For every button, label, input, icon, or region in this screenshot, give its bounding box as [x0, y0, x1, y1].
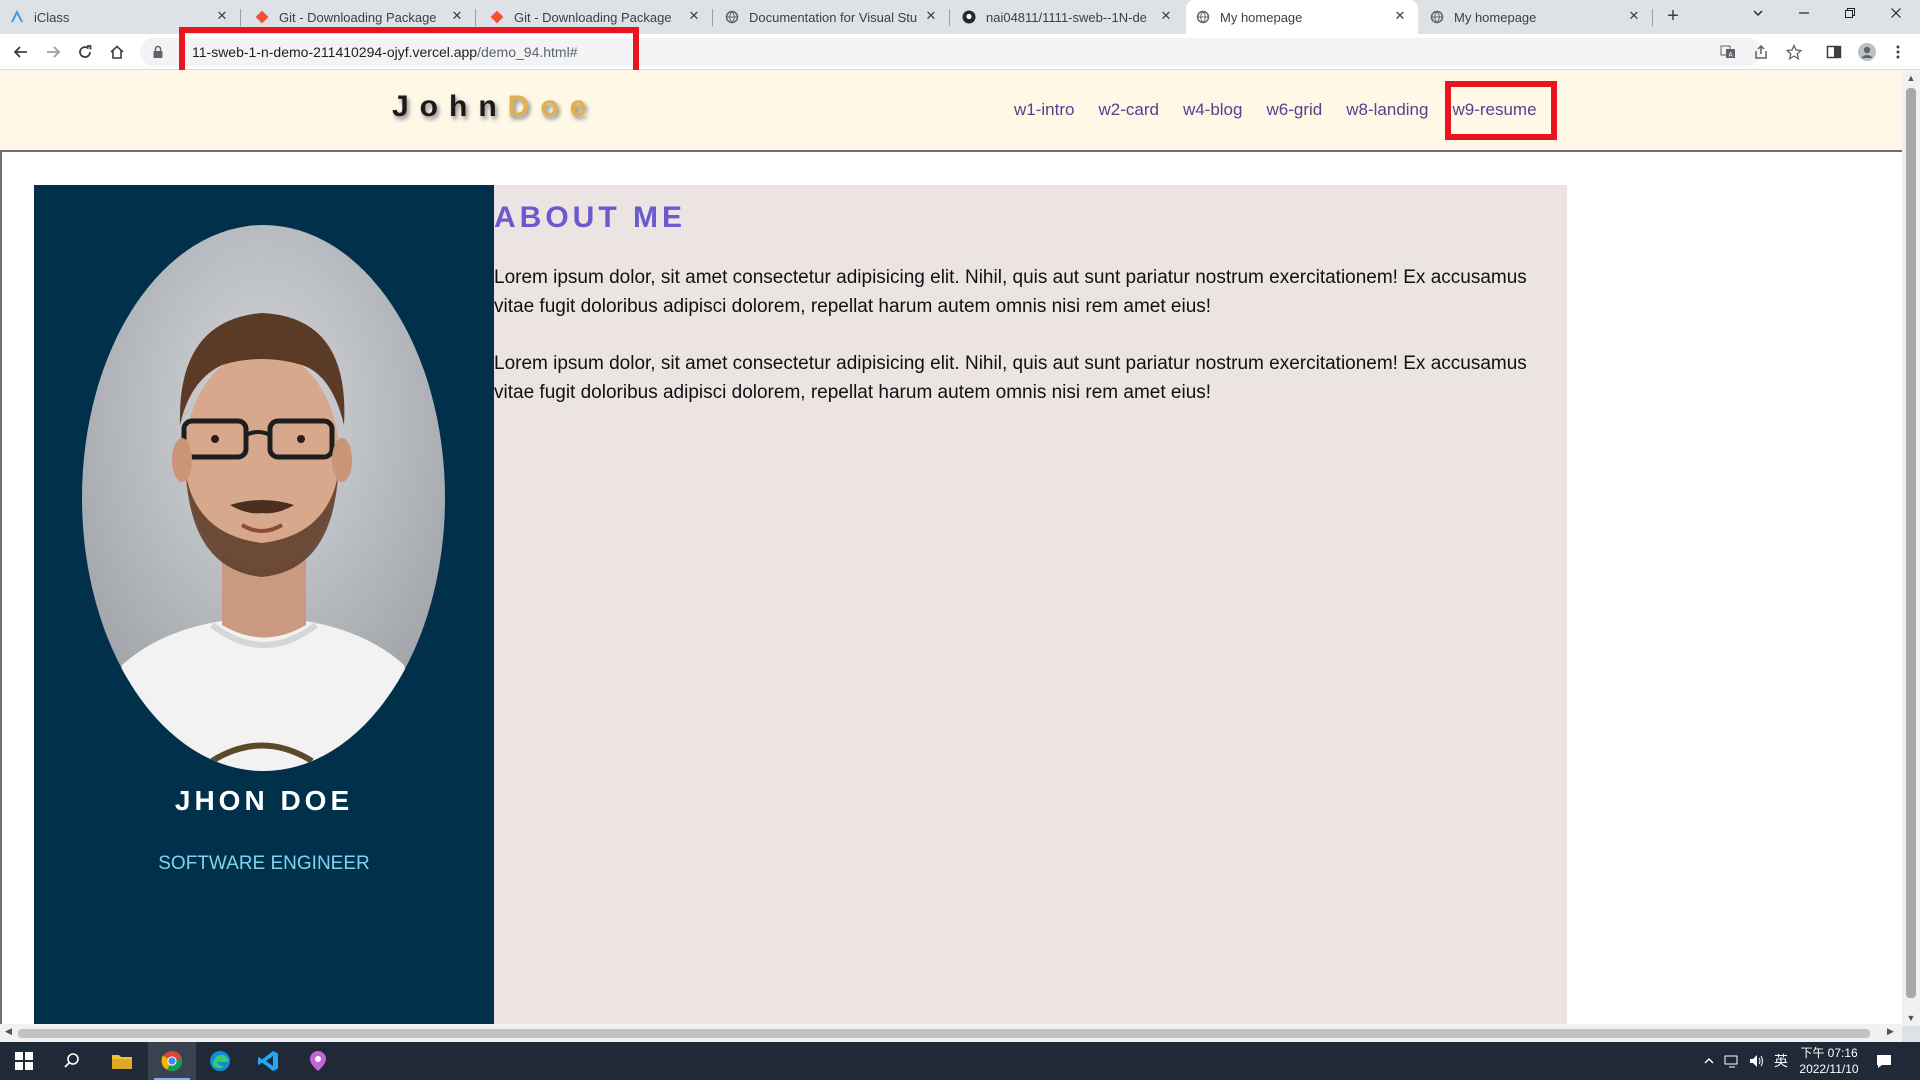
tab-separator [1652, 9, 1653, 26]
tab-separator [712, 9, 713, 26]
system-clock[interactable]: 下午 07:16 2022/11/10 [1794, 1045, 1864, 1077]
bookmark-star-icon[interactable] [1782, 40, 1806, 64]
horizontal-scroll-thumb[interactable] [18, 1029, 1870, 1038]
windows-start-icon[interactable] [0, 1042, 48, 1080]
lock-icon[interactable] [152, 45, 164, 64]
nav-link-w2-card[interactable]: w2-card [1098, 100, 1158, 120]
scroll-up-icon[interactable]: ▲ [1902, 73, 1920, 83]
tab-title: My homepage [1454, 9, 1537, 25]
close-icon[interactable]: ✕ [1158, 8, 1174, 24]
volume-icon[interactable] [1749, 1042, 1765, 1080]
tab-separator [949, 9, 950, 26]
close-icon[interactable]: ✕ [449, 8, 465, 24]
about-section: ABOUT ME Lorem ipsum dolor, sit amet con… [494, 185, 1567, 1026]
tab-search-button[interactable] [1735, 0, 1781, 30]
clock-time: 下午 07:16 [1800, 1046, 1858, 1060]
tab-title: My homepage [1220, 9, 1303, 25]
git-icon [490, 10, 504, 24]
profile-name: JHON DOE [174, 785, 354, 816]
clock-date: 2022/11/10 [1799, 1062, 1859, 1076]
tab-my-homepage[interactable]: My homepage ✕ [1420, 0, 1652, 34]
scroll-right-icon[interactable]: ▶ [1887, 1026, 1894, 1037]
tab-separator [475, 9, 476, 26]
restore-button[interactable] [1827, 0, 1873, 30]
profile-photo [82, 225, 445, 771]
page-viewport: JohnDoe w1-intro w2-card w4-blog w6-grid… [0, 70, 1902, 1026]
about-heading: ABOUT ME [494, 201, 686, 234]
tab-title: iClass [34, 9, 70, 25]
edge-icon[interactable] [196, 1042, 244, 1080]
maps-pin-icon[interactable] [294, 1042, 342, 1080]
close-icon[interactable]: ✕ [1626, 8, 1642, 24]
profile-avatar-icon[interactable] [1855, 40, 1879, 64]
nav-link-w4-blog[interactable]: w4-blog [1183, 100, 1243, 120]
github-icon [962, 10, 976, 24]
vertical-scrollbar[interactable]: ▲ ▼ [1902, 70, 1920, 1026]
tab-my-homepage-active[interactable]: My homepage ✕ [1186, 0, 1418, 34]
logo-main: John [392, 90, 508, 123]
vertical-scroll-thumb[interactable] [1906, 88, 1916, 998]
search-icon[interactable] [48, 1042, 96, 1080]
site-header: JohnDoe w1-intro w2-card w4-blog w6-grid… [0, 70, 1902, 152]
reload-button[interactable] [73, 40, 97, 64]
vscode-icon[interactable] [244, 1042, 292, 1080]
share-icon[interactable] [1749, 40, 1773, 64]
tab-github[interactable]: nai04811/1111-sweb--1N-de ✕ [952, 0, 1184, 34]
profile-role: SOFTWARE ENGINEER [158, 853, 370, 874]
logo-accent: Doe [507, 90, 598, 123]
about-paragraph-1: Lorem ipsum dolor, sit amet consectetur … [494, 267, 1527, 317]
profile-card: JHON DOE SOFTWARE ENGINEER [34, 185, 494, 1026]
windows-taskbar: 英 下午 07:16 2022/11/10 [0, 1042, 1920, 1080]
close-icon[interactable]: ✕ [214, 8, 230, 24]
nav-link-w8-landing[interactable]: w8-landing [1346, 100, 1428, 120]
globe-icon [1196, 10, 1210, 24]
new-tab-button[interactable]: + [1661, 5, 1685, 29]
nav-link-w1-intro[interactable]: w1-intro [1014, 100, 1074, 120]
site-logo[interactable]: JohnDoe [392, 90, 597, 124]
tab-vscode-docs[interactable]: Documentation for Visual Stu ✕ [715, 0, 949, 34]
ime-indicator[interactable]: 英 [1774, 1042, 1788, 1080]
scroll-left-icon[interactable]: ◀ [5, 1026, 12, 1037]
highlight-box-nav [1445, 81, 1557, 140]
minimize-button[interactable] [1781, 0, 1827, 30]
globe-icon [1430, 10, 1444, 24]
scroll-down-icon[interactable]: ▼ [1902, 1013, 1920, 1023]
tray-chevron-icon[interactable] [1703, 1042, 1715, 1080]
iclass-icon [10, 10, 24, 24]
tab-separator [240, 9, 241, 26]
about-paragraph-2: Lorem ipsum dolor, sit amet consectetur … [494, 353, 1527, 403]
tab-title: nai04811/1111-sweb--1N-de [986, 9, 1147, 25]
side-panel-icon[interactable] [1822, 40, 1846, 64]
network-icon[interactable] [1724, 1042, 1740, 1080]
horizontal-scrollbar[interactable]: ◀ ▶ [0, 1024, 1902, 1042]
nav-link-w6-grid[interactable]: w6-grid [1266, 100, 1322, 120]
back-button[interactable] [9, 40, 33, 64]
translate-icon[interactable]: A [1716, 40, 1740, 64]
page-border [0, 152, 2, 1026]
home-button[interactable] [105, 40, 129, 64]
file-explorer-icon[interactable] [98, 1042, 146, 1080]
tab-title: Git - Downloading Package [514, 9, 672, 25]
window-close-button[interactable] [1873, 0, 1919, 30]
forward-button[interactable] [41, 40, 65, 64]
close-icon[interactable]: ✕ [1392, 8, 1408, 24]
tab-title: Git - Downloading Package [279, 9, 437, 25]
chrome-icon[interactable] [148, 1042, 196, 1080]
globe-icon [725, 10, 739, 24]
notification-icon[interactable] [1876, 1042, 1892, 1080]
close-icon[interactable]: ✕ [923, 8, 939, 24]
git-icon [255, 10, 269, 24]
tab-title: Documentation for Visual Stu [749, 9, 918, 25]
menu-kebab-icon[interactable] [1886, 40, 1910, 64]
close-icon[interactable]: ✕ [686, 8, 702, 24]
